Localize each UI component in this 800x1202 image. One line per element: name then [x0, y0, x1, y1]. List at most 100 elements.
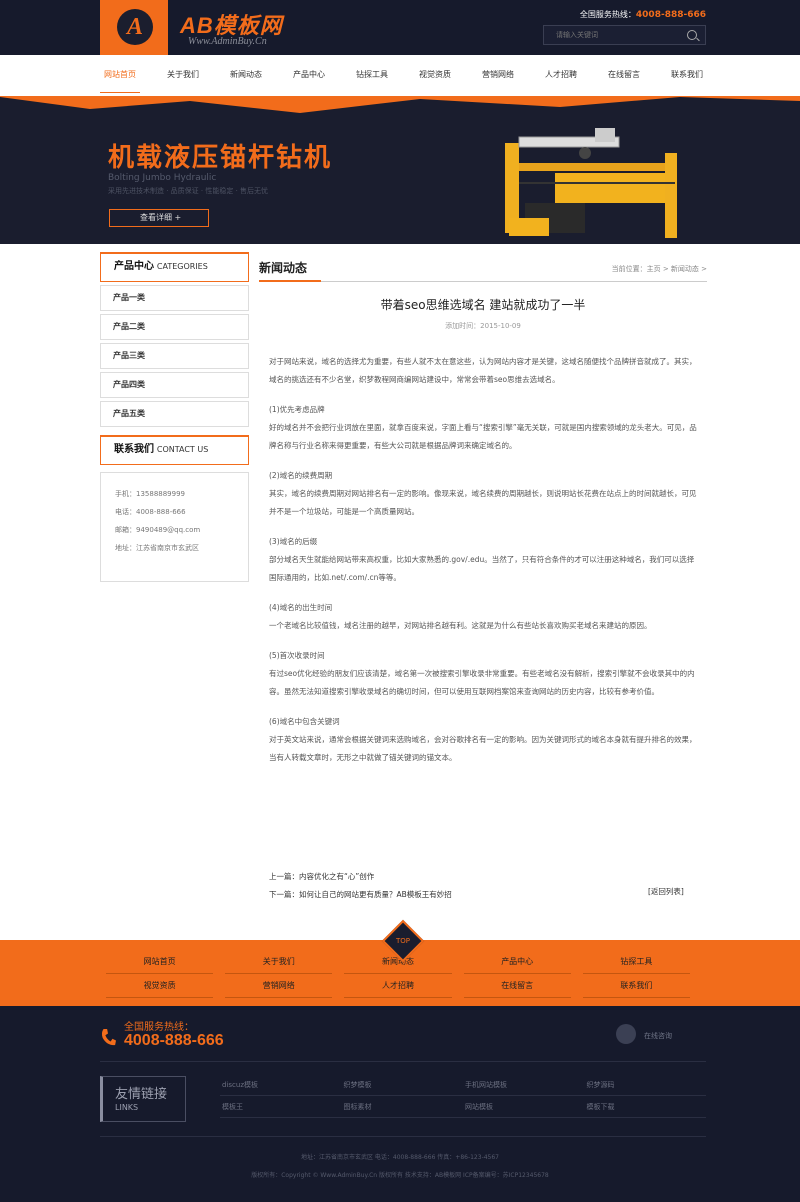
- main-nav: 网站首页 关于我们 新闻动态 产品中心 钻探工具 视觉资质 营销网络 人才招聘 …: [100, 55, 707, 94]
- sidebar-item-product-5[interactable]: 产品五类: [100, 401, 249, 427]
- article-subheading: (3)域名的后缀: [269, 537, 318, 546]
- sidebar-item-product-3[interactable]: 产品三类: [100, 343, 249, 369]
- back-to-list-link[interactable]: [返回列表]: [648, 886, 684, 897]
- drill-machine-image: [505, 128, 677, 238]
- friend-link[interactable]: 模板下载: [584, 1096, 706, 1118]
- article-title: 带着seo思维选域名 建站就成功了一半: [380, 298, 586, 312]
- prev-article-link[interactable]: 上一篇：内容优化之有“心”创作: [269, 868, 452, 886]
- nav-item-jobs[interactable]: 人才招聘: [541, 63, 581, 86]
- page: A AB模板网 Www.AdminBuy.Cn 全国服务热线：4008-888-…: [0, 0, 800, 1202]
- friend-link[interactable]: 模板王: [220, 1096, 342, 1118]
- sidebar-products-title: 产品中心 CATEGORIES: [100, 252, 249, 282]
- article-paragraph: 对于网站来说，域名的选择尤为重要，有些人就不太在意这些，认为网站内容才是关键，这…: [269, 357, 697, 384]
- divider: [100, 1136, 706, 1137]
- search-input[interactable]: [544, 26, 674, 44]
- footer-nav-about[interactable]: 关于我们: [225, 950, 333, 974]
- footer-nav-network[interactable]: 营销网络: [225, 974, 333, 998]
- article-paragraph: 好的域名并不会把行业词放在里面，就拿百度来说，字面上看与“搜索引擎”毫无关联，可…: [269, 423, 697, 450]
- search-box: [543, 25, 706, 45]
- banner-title: 机载液压锚杆钻机: [108, 143, 333, 173]
- sidebar-item-product-1[interactable]: 产品一类: [100, 285, 249, 311]
- sidebar-item-product-4[interactable]: 产品四类: [100, 372, 249, 398]
- nav-item-tools[interactable]: 钻探工具: [352, 63, 392, 86]
- friend-link[interactable]: discuz模板: [220, 1074, 342, 1096]
- breadcrumb[interactable]: 当前位置：主页 > 新闻动态 >: [612, 264, 707, 274]
- friend-links: discuz模板 织梦模板 手机网站模板 织梦源码 模板王 图标素材 网站模板 …: [220, 1074, 706, 1118]
- chat-icon: [616, 1024, 636, 1044]
- sidebar-contact-title-cn: 联系我们: [114, 444, 154, 455]
- nav-item-network[interactable]: 营销网络: [478, 63, 518, 86]
- banner-subtitle: Bolting Jumbo Hydraulic: [108, 173, 217, 183]
- online-consult-label: 在线咨询: [644, 1032, 672, 1040]
- footer-nav-products[interactable]: 产品中心: [463, 950, 571, 974]
- article-subheading: (4)域名的出生时间: [269, 603, 333, 612]
- friend-link[interactable]: 手机网站模板: [463, 1074, 585, 1096]
- banner-orange-stripe: [0, 93, 800, 113]
- friend-link[interactable]: 网站模板: [463, 1096, 585, 1118]
- nav-item-home[interactable]: 网站首页: [100, 63, 140, 94]
- nav-item-products[interactable]: 产品中心: [289, 63, 329, 86]
- friend-links-title-cn: 友情链接: [115, 1087, 168, 1102]
- hero-banner: 机载液压锚杆钻机 Bolting Jumbo Hydraulic 采用先进技术制…: [0, 93, 800, 244]
- contact-address: 地址：江苏省南京市玄武区: [115, 544, 199, 552]
- top-header: A AB模板网 Www.AdminBuy.Cn 全国服务热线：4008-888-…: [0, 0, 800, 55]
- banner-more-button[interactable]: 查看详细 +: [109, 209, 209, 227]
- next-article-link[interactable]: 下一篇：如何让自己的网站更有质量？AB模板王有妙招: [269, 886, 452, 904]
- footer-hotline-label: 全国服务热线：: [124, 1022, 194, 1033]
- online-consult-button[interactable]: 在线咨询: [616, 1024, 706, 1046]
- nav-item-qualifications[interactable]: 视觉资质: [415, 63, 455, 86]
- article-pagination: 上一篇：内容优化之有“心”创作 下一篇：如何让自己的网站更有质量？AB模板王有妙…: [269, 868, 452, 904]
- hotline: 全国服务热线：4008-888-666: [580, 9, 706, 20]
- phone-icon: [101, 1029, 116, 1046]
- logo-subtitle: Www.AdminBuy.Cn: [188, 36, 267, 47]
- article-paragraph: 部分域名天生就能给网站带来高权重，比如大家熟悉的.gov/.edu。当然了，只有…: [269, 555, 695, 582]
- friend-link[interactable]: 织梦模板: [341, 1074, 463, 1096]
- friend-links-title: 友情链接 LINKS: [100, 1076, 186, 1122]
- logo-icon: A: [117, 9, 153, 45]
- section-title: 新闻动态: [259, 261, 308, 275]
- banner-description: 采用先进技术制造 · 品质保证 · 性能稳定 · 售后无忧: [108, 187, 269, 195]
- footer-nav-home[interactable]: 网站首页: [106, 950, 214, 974]
- hotline-label: 全国服务热线：: [579, 10, 636, 19]
- sidebar-item-product-2[interactable]: 产品二类: [100, 314, 249, 340]
- nav-item-contact[interactable]: 联系我们: [667, 63, 707, 86]
- article-paragraph: 其实，域名的续费周期对网站排名有一定的影响。像现来说，域名续费的周期越长，则说明…: [269, 489, 697, 516]
- friend-link[interactable]: 图标素材: [341, 1096, 463, 1118]
- footer-nav-jobs[interactable]: 人才招聘: [344, 974, 452, 998]
- article-subheading: (2)域名的续费周期: [269, 471, 333, 480]
- article-subheading: (6)域名中包含关键词: [269, 717, 340, 726]
- contact-phone: 电话：4008-888-666: [115, 508, 186, 516]
- article-subheading: (1)优先考虑品牌: [269, 405, 325, 414]
- nav-item-about[interactable]: 关于我们: [163, 63, 203, 86]
- search-icon[interactable]: [687, 30, 697, 40]
- friend-links-title-en: LINKS: [115, 1103, 139, 1112]
- contact-mobile: 手机：13588889999: [115, 490, 185, 498]
- logo-box[interactable]: A: [100, 0, 168, 55]
- nav-item-message[interactable]: 在线留言: [604, 63, 644, 86]
- article-paragraph: 有过seo优化经验的朋友们应该清楚，域名第一次被搜索引擎收录非常重要。有些老域名…: [269, 669, 695, 696]
- contact-email: 邮箱：9490489@qq.com: [115, 526, 201, 534]
- article-subheading: (5)首次收录时间: [269, 651, 325, 660]
- footer-nav-qualifications[interactable]: 视觉资质: [106, 974, 214, 998]
- footer: 全国服务热线： 4008-888-666 在线咨询 友情链接 LINKS dis…: [0, 1006, 800, 1202]
- nav-item-news[interactable]: 新闻动态: [226, 63, 266, 86]
- footer-nav-message[interactable]: 在线留言: [463, 974, 571, 998]
- sidebar-contact-title-en: CONTACT US: [156, 445, 209, 454]
- footer-address: 地址：江苏省南京市玄武区 电话：4008-888-666 传真：+86-123-…: [300, 1154, 500, 1161]
- footer-nav-contact[interactable]: 联系我们: [582, 974, 690, 998]
- section-header: 新闻动态 当前位置：主页 > 新闻动态 >: [259, 252, 707, 282]
- sidebar-products-title-cn: 产品中心: [114, 261, 154, 272]
- footer-nav-tools[interactable]: 钻探工具: [582, 950, 690, 974]
- footer-hotline-number: 4008-888-666: [124, 1032, 224, 1049]
- article-paragraph: 一个老域名比较值钱，域名注册的越早，对网站排名越有利。这就是为什么有些站长喜欢购…: [269, 621, 652, 630]
- main-content: 新闻动态 当前位置：主页 > 新闻动态 > 带着seo思维选域名 建站就成功了一…: [259, 252, 707, 767]
- article-meta: 添加时间：2015-10-09: [445, 322, 521, 330]
- footer-copyright: 版权所有：Copyright © Www.AdminBuy.Cn 版权所有 技术…: [251, 1172, 549, 1179]
- sidebar-contact-title: 联系我们 CONTACT US: [100, 435, 249, 465]
- sidebar-products-title-en: CATEGORIES: [156, 262, 208, 271]
- sidebar: 产品中心 CATEGORIES 产品一类 产品二类 产品三类 产品四类 产品五类…: [100, 252, 249, 582]
- article-body: 对于网站来说，域名的选择尤为重要，有些人就不太在意这些，认为网站内容才是关键，这…: [269, 353, 697, 767]
- hotline-number: 4008-888-666: [635, 10, 706, 20]
- friend-link[interactable]: 织梦源码: [584, 1074, 706, 1096]
- article-paragraph: 对于英文站来说，通常会根据关键词来选购域名，会对谷歌排名有一定的影响。因为关键词…: [269, 735, 697, 762]
